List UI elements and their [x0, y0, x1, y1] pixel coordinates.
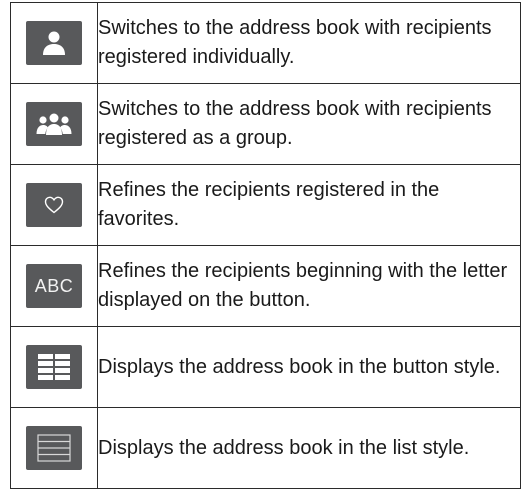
- button-style-grid-icon: [38, 354, 70, 380]
- icon-cell: [10, 83, 98, 165]
- row-description: Switches to the address book with recipi…: [97, 83, 521, 165]
- list-style-icon: [37, 434, 71, 462]
- table-row: Displays the address book in the button …: [10, 326, 521, 408]
- table-row: ABC Refines the recipients beginning wit…: [10, 245, 521, 327]
- icon-cell: [10, 164, 98, 246]
- group-address-book-button: [26, 102, 82, 146]
- table-row: Switches to the address book with recipi…: [10, 2, 521, 84]
- icon-cell: [10, 2, 98, 84]
- list-style-view-button: [26, 426, 82, 470]
- person-icon: [43, 31, 65, 55]
- table-row: Displays the address book in the list st…: [10, 407, 521, 489]
- letter-filter-button: ABC: [26, 264, 82, 308]
- individual-address-book-button: [26, 21, 82, 65]
- icon-cell: [10, 407, 98, 489]
- table-row: Switches to the address book with recipi…: [10, 83, 521, 165]
- row-description: Refines the recipients beginning with th…: [97, 245, 521, 327]
- abc-icon: ABC: [34, 275, 74, 296]
- row-description: Displays the address book in the list st…: [97, 407, 521, 489]
- icon-legend-table: Switches to the address book with recipi…: [10, 2, 521, 489]
- button-style-view-button: [26, 345, 82, 389]
- favorites-filter-button: [26, 183, 82, 227]
- heart-icon: [44, 196, 64, 214]
- row-description: Displays the address book in the button …: [97, 326, 521, 408]
- row-description: Refines the recipients registered in the…: [97, 164, 521, 246]
- table-row: Refines the recipients registered in the…: [10, 164, 521, 246]
- group-icon: [36, 113, 72, 135]
- row-description: Switches to the address book with recipi…: [97, 2, 521, 84]
- icon-cell: [10, 326, 98, 408]
- icon-cell: ABC: [10, 245, 98, 327]
